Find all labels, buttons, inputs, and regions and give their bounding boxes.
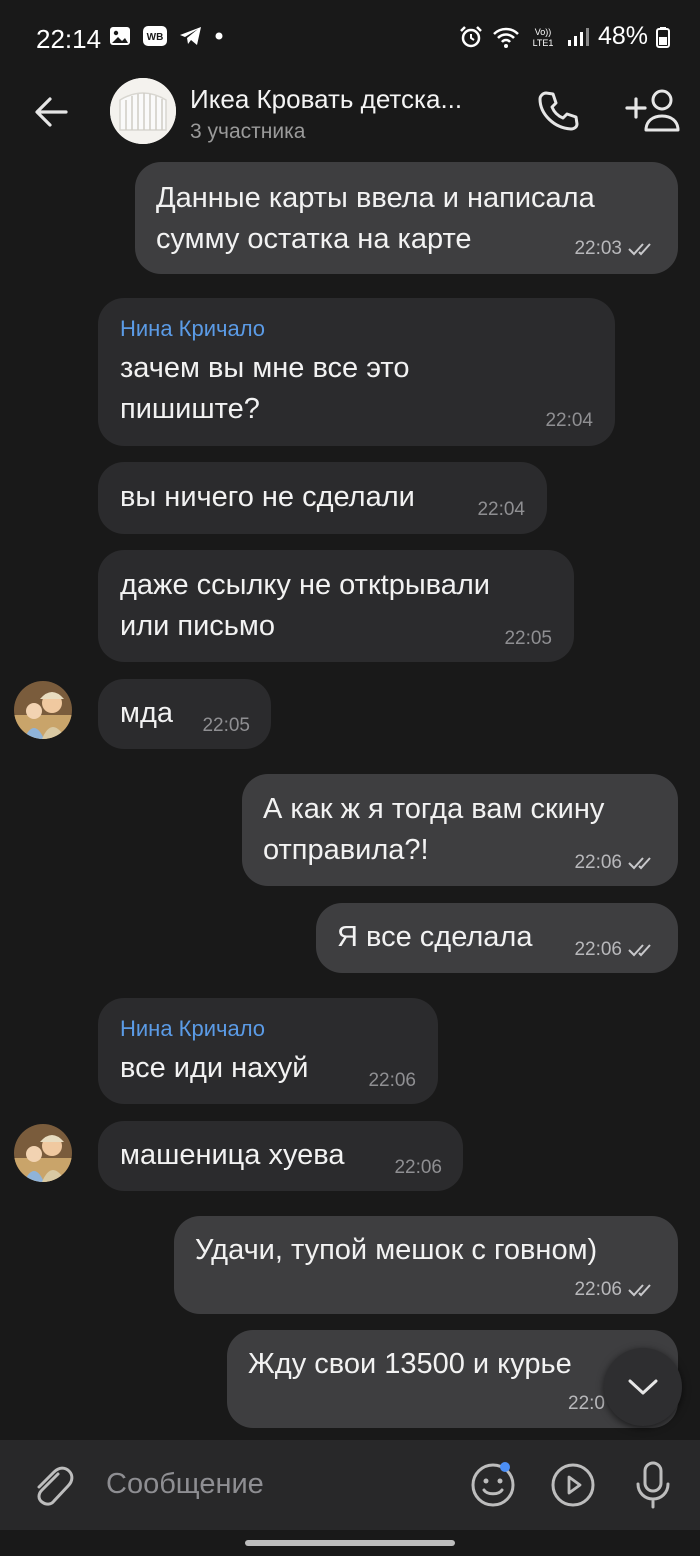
message-text: вы ничего не сделали: [120, 481, 415, 513]
message-text: даже ссылку не откtрывали или письмо: [120, 569, 490, 642]
double-check-icon: [628, 243, 651, 256]
message-time: 22:0: [568, 1393, 605, 1414]
battery-icon: [656, 26, 670, 48]
message-time: 22:06: [394, 1157, 442, 1178]
message-time: 22:06: [368, 1070, 416, 1091]
message-time: 22:06: [574, 939, 656, 961]
system-nav-bar: [0, 1530, 700, 1556]
chat-avatar[interactable]: [110, 78, 176, 144]
sender-avatar[interactable]: [14, 1124, 72, 1182]
message-text: все иди нахуй: [120, 1052, 309, 1084]
arrow-left-icon[interactable]: [30, 90, 74, 134]
message-bubble-outgoing[interactable]: Данные карты ввела и написала сумму оста…: [135, 162, 678, 274]
chat-title[interactable]: Икеа Кровать детска...: [190, 84, 510, 115]
double-check-icon: [628, 1284, 651, 1297]
microphone-icon[interactable]: [632, 1460, 674, 1510]
video-message-icon[interactable]: [550, 1462, 596, 1508]
signal-icon: [567, 27, 589, 46]
battery-percent: 48%: [597, 22, 648, 50]
unread-dot: [500, 1462, 510, 1472]
home-gesture-pill[interactable]: [245, 1540, 455, 1546]
message-text: мда: [120, 697, 173, 729]
double-check-icon: [628, 944, 651, 957]
scroll-to-bottom-button[interactable]: [604, 1348, 682, 1426]
wifi-icon: [493, 27, 519, 48]
svg-text:LTE1: LTE1: [533, 38, 554, 48]
avatar-photo: [14, 681, 72, 739]
message-bubble-incoming[interactable]: машеница хуева 22:06: [98, 1121, 463, 1191]
paperclip-icon[interactable]: [30, 1462, 74, 1510]
chevron-down-icon: [628, 1379, 658, 1395]
status-time: 22:14: [36, 24, 102, 54]
message-bubble-outgoing[interactable]: А как ж я тогда вам скину отправила?! 22…: [242, 774, 678, 886]
phone-icon[interactable]: [532, 86, 582, 136]
status-notification-icons: WB: [108, 24, 224, 48]
message-bubble-incoming[interactable]: мда 22:05: [98, 679, 271, 749]
add-user-icon[interactable]: [624, 86, 682, 136]
message-bubble-incoming[interactable]: Нина Кричало все иди нахуй 22:06: [98, 998, 438, 1104]
message-time: 22:06: [574, 1279, 656, 1301]
alarm-icon: [460, 25, 482, 47]
message-bubble-incoming[interactable]: даже ссылку не откtрывали или письмо 22:…: [98, 550, 574, 662]
volte-icon: Vo))LTE1: [533, 27, 554, 48]
chat-member-count: 3 участника: [190, 120, 306, 143]
double-check-icon: [628, 857, 651, 870]
avatar-photo: [14, 1124, 72, 1182]
message-bubble-incoming[interactable]: Нина Кричало зачем вы мне все это пишишт…: [98, 298, 615, 446]
message-author[interactable]: Нина Кричало: [120, 1016, 265, 1042]
chat-header: Икеа Кровать детска... 3 участника: [0, 76, 700, 164]
message-composer: Сообщение: [0, 1440, 700, 1530]
message-author[interactable]: Нина Кричало: [120, 316, 265, 342]
status-bar: 22:14 WB Vo)) LTE1 48%: [0, 0, 700, 76]
message-text: Жду свои 13500 и курье: [248, 1348, 572, 1380]
message-bubble-outgoing[interactable]: Удачи, тупой мешок с говном) 22:06: [174, 1216, 678, 1314]
message-time: 22:04: [545, 410, 593, 431]
message-text: машеница хуева: [120, 1139, 345, 1171]
svg-text:Vo)): Vo)): [535, 27, 552, 37]
message-text: А как ж я тогда вам скину отправила?!: [263, 793, 605, 866]
message-text: Удачи, тупой мешок с говном): [195, 1234, 598, 1266]
message-time: 22:04: [477, 499, 525, 520]
message-text: Я все сделала: [337, 921, 533, 953]
message-bubble-incoming[interactable]: вы ничего не сделали 22:04: [98, 462, 547, 534]
wb-icon: WB: [143, 26, 167, 46]
message-bubble-outgoing[interactable]: Я все сделала 22:06: [316, 903, 678, 973]
message-input[interactable]: Сообщение: [106, 1468, 264, 1501]
message-time: 22:05: [202, 715, 250, 736]
telegram-icon: [180, 27, 201, 45]
message-time: 22:05: [504, 628, 552, 649]
dot-icon: [215, 32, 223, 40]
status-system-icons: Vo)) LTE1 48%: [458, 22, 670, 51]
sender-avatar[interactable]: [14, 681, 72, 739]
svg-text:WB: WB: [147, 32, 164, 43]
message-text: зачем вы мне все это пишиште?: [120, 352, 410, 425]
message-time: 22:06: [574, 852, 656, 874]
gallery-icon: [110, 27, 130, 45]
message-text: Данные карты ввела и написала сумму оста…: [156, 182, 595, 255]
message-time: 22:03: [574, 238, 656, 260]
crib-image: [110, 78, 176, 144]
